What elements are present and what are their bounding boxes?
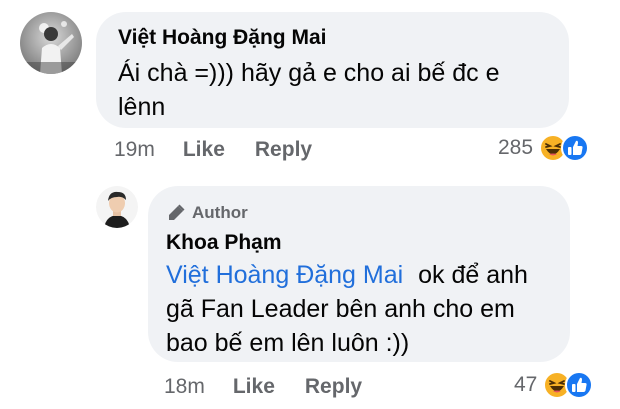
- reply-reaction-count: 47: [514, 373, 538, 396]
- comment-like-button[interactable]: Like: [183, 138, 225, 162]
- comment-text: Ái chà =))) hãy gả e cho ai bế đc e lênn: [118, 59, 500, 121]
- comment-actions: 19m Like Reply: [114, 138, 312, 162]
- comment-reaction-count: 285: [498, 136, 534, 159]
- reply-reply-button[interactable]: Reply: [305, 375, 362, 399]
- reply-actions: 18m Like Reply: [164, 375, 362, 399]
- comment-time[interactable]: 19m: [114, 138, 155, 162]
- reply-like-button[interactable]: Like: [233, 375, 275, 399]
- reply-author-name[interactable]: Khoa Phạm: [166, 231, 282, 255]
- author-badge-label: Author: [192, 203, 248, 222]
- reply-author-avatar[interactable]: [96, 186, 138, 228]
- comment-bubble: Việt Hoàng Đặng Mai Ái chà =))) hãy gả e…: [96, 12, 569, 128]
- comment-author-name[interactable]: Việt Hoàng Đặng Mai: [118, 26, 326, 50]
- comment-reply-button[interactable]: Reply: [255, 138, 312, 162]
- like-icon: [565, 371, 594, 399]
- comment-reactions[interactable]: 285: [498, 134, 590, 162]
- reply-text-block: Việt Hoàng Đặng Mai ok để anh gã Fan Lea…: [166, 258, 558, 360]
- reply-time[interactable]: 18m: [164, 375, 205, 399]
- author-badge: Author: [166, 203, 248, 223]
- commenter-avatar[interactable]: [20, 12, 82, 74]
- pen-icon: [166, 203, 186, 223]
- reply-reactions[interactable]: 47: [514, 371, 594, 399]
- mention-link[interactable]: Việt Hoàng Đặng Mai: [166, 261, 403, 289]
- like-icon: [561, 134, 590, 162]
- reply-avatar-photo: [96, 186, 138, 228]
- reply-bubble: Author Khoa Phạm Việt Hoàng Đặng Mai ok …: [148, 186, 570, 362]
- commenter-avatar-photo: [20, 12, 82, 74]
